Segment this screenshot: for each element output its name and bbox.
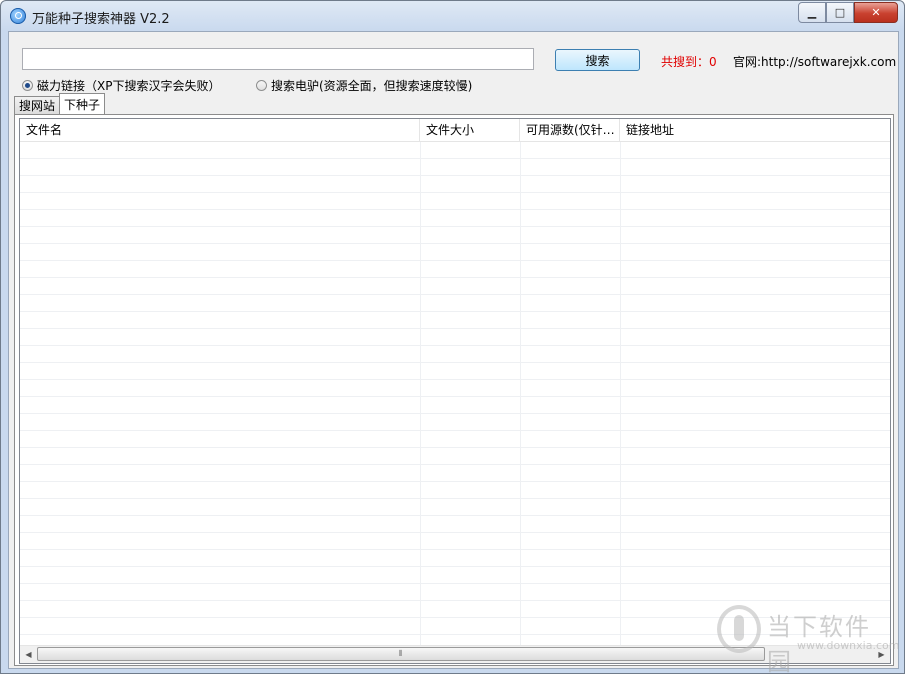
results-list[interactable]: 文件名 文件大小 可用源数(仅针… 链接地址 ◀ ⦀ ▶ bbox=[19, 118, 891, 664]
magnet-radio-label: 磁力链接（XP下搜索汉字会失败） bbox=[37, 79, 221, 93]
column-divider bbox=[420, 142, 421, 647]
scroll-left-arrow-icon[interactable]: ◀ bbox=[20, 646, 37, 663]
title-bar[interactable]: 万能种子搜索神器 V2.2 ▁ □ ✕ bbox=[1, 1, 904, 31]
website-label: 官网:http://softwarejxk.com bbox=[733, 55, 897, 69]
column-divider bbox=[620, 142, 621, 647]
magnet-radio[interactable]: 磁力链接（XP下搜索汉字会失败） bbox=[22, 77, 220, 94]
tab-strip: 搜网站 下种子 bbox=[14, 93, 106, 114]
ed2k-radio[interactable]: 搜索电驴(资源全面，但搜索速度较慢) bbox=[256, 77, 472, 94]
tab-search-site[interactable]: 搜网站 bbox=[14, 96, 61, 114]
search-input[interactable] bbox=[22, 48, 534, 70]
tab-panel: 文件名 文件大小 可用源数(仅针… 链接地址 ◀ ⦀ ▶ bbox=[14, 114, 894, 666]
ed2k-radio-dot[interactable] bbox=[256, 80, 267, 91]
column-header-filename[interactable]: 文件名 bbox=[20, 119, 420, 141]
tab-download-torrent[interactable]: 下种子 bbox=[59, 93, 106, 114]
close-button[interactable]: ✕ bbox=[854, 2, 898, 23]
app-window: 万能种子搜索神器 V2.2 ▁ □ ✕ 搜索 共搜到：0 官网:http://s… bbox=[0, 0, 905, 674]
magnet-radio-dot[interactable] bbox=[22, 80, 33, 91]
scrollbar-thumb[interactable]: ⦀ bbox=[37, 647, 765, 661]
result-count-label: 共搜到：0 bbox=[661, 55, 717, 69]
window-controls: ▁ □ ✕ bbox=[798, 2, 898, 23]
minimize-button[interactable]: ▁ bbox=[798, 2, 826, 23]
watermark-logo-icon bbox=[717, 605, 761, 653]
list-header: 文件名 文件大小 可用源数(仅针… 链接地址 bbox=[20, 119, 890, 142]
magnifier-icon bbox=[10, 8, 26, 24]
grip-icon: ⦀ bbox=[398, 649, 404, 658]
column-header-link[interactable]: 链接地址 bbox=[620, 119, 890, 141]
column-divider bbox=[520, 142, 521, 647]
window-title: 万能种子搜索神器 V2.2 bbox=[32, 12, 170, 27]
watermark: 当下软件园 www.downxia.com bbox=[717, 605, 899, 673]
client-area: 搜索 共搜到：0 官网:http://softwarejxk.com 磁力链接（… bbox=[8, 31, 899, 669]
column-header-sources[interactable]: 可用源数(仅针… bbox=[520, 119, 620, 141]
ed2k-radio-label: 搜索电驴(资源全面，但搜索速度较慢) bbox=[271, 79, 473, 93]
maximize-button[interactable]: □ bbox=[826, 2, 854, 23]
list-rows bbox=[20, 142, 890, 647]
search-button[interactable]: 搜索 bbox=[555, 49, 640, 71]
column-header-filesize[interactable]: 文件大小 bbox=[420, 119, 520, 141]
watermark-sub-text: www.downxia.com bbox=[797, 639, 900, 652]
